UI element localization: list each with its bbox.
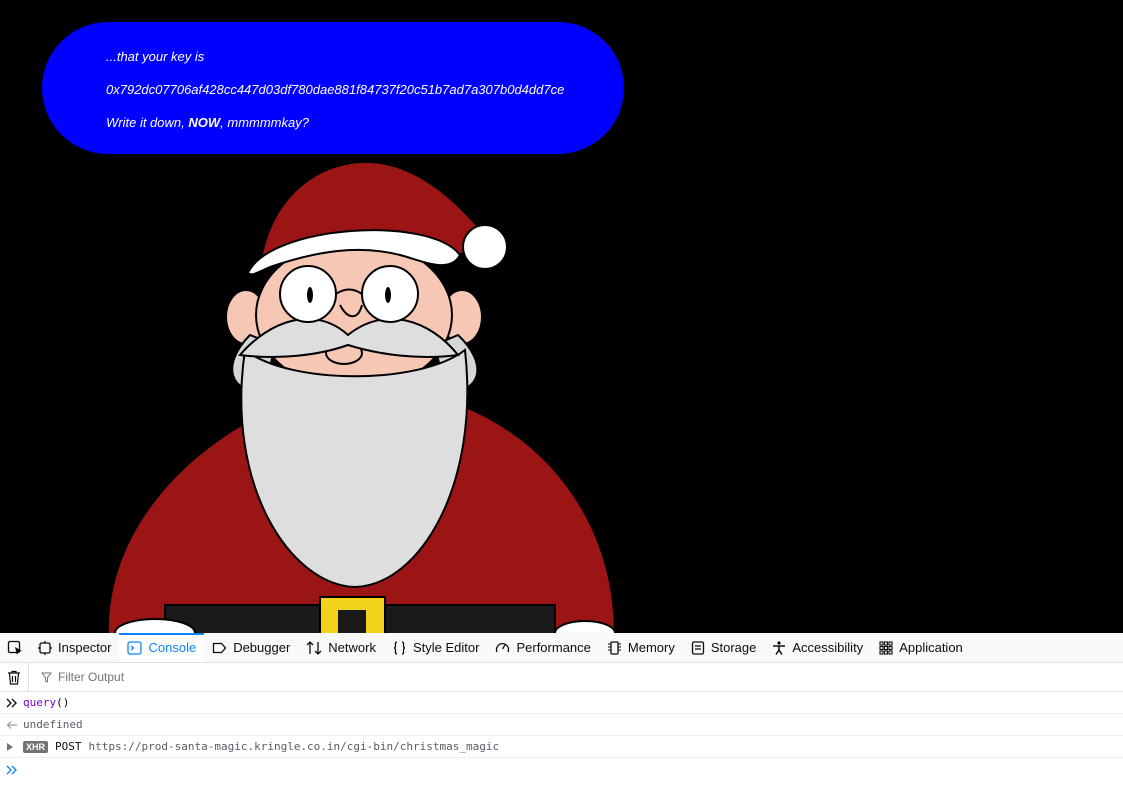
xhr-url[interactable]: https://prod-santa-magic.kringle.co.in/c… (89, 740, 500, 753)
filter-output (29, 669, 360, 685)
tab-label: Inspector (58, 640, 112, 655)
console-input-function: query (23, 696, 57, 709)
console-input-row: query() (0, 692, 1123, 714)
storage-icon (691, 640, 704, 655)
tab-style-editor[interactable]: Style Editor (384, 633, 487, 662)
devtools-toolbar: Inspector Console Debugger Network Style… (0, 633, 1123, 663)
performance-icon (496, 642, 510, 652)
bubble-key-text: 0x792dc07706af428cc447d03df780dae881f847… (106, 82, 565, 97)
inspector-icon (38, 640, 52, 655)
arrow-left-icon (6, 720, 17, 729)
tab-label: Console (148, 640, 197, 655)
xhr-badge: XHR (23, 740, 49, 753)
filter-output-input[interactable] (56, 669, 360, 685)
tab-label: Application (899, 640, 963, 655)
tab-network[interactable]: Network (298, 633, 384, 662)
memory-icon (607, 640, 621, 655)
tab-debugger[interactable]: Debugger (204, 633, 298, 662)
chevron-double-right-icon (6, 765, 17, 775)
page-content: ...that your key is 0x792dc07706af428cc4… (0, 0, 1123, 633)
tab-inspector[interactable]: Inspector (30, 633, 119, 662)
console-prompt[interactable] (0, 758, 1123, 782)
expand-triangle-icon[interactable] (6, 742, 14, 752)
application-icon (879, 640, 893, 655)
debugger-icon (213, 642, 227, 653)
console-filter-bar (0, 663, 1123, 692)
console-output: query() undefined XHR POST https://prod-… (0, 692, 1123, 782)
tab-label: Network (328, 640, 376, 655)
tab-storage[interactable]: Storage (683, 633, 765, 662)
tab-console[interactable]: Console (119, 633, 205, 662)
console-icon (127, 640, 143, 655)
tab-label: Performance (516, 640, 591, 655)
console-input-parens: () (56, 696, 70, 709)
bubble-intro-text: ...that your key is (106, 49, 205, 64)
santa-illustration (107, 160, 616, 633)
console-xhr-row[interactable]: XHR POST https://prod-santa-magic.kringl… (0, 736, 1123, 758)
tab-label: Accessibility (792, 640, 864, 655)
tab-label: Debugger (233, 640, 291, 655)
speech-bubble: ...that your key is 0x792dc07706af428cc4… (42, 22, 624, 154)
clear-console-button[interactable] (0, 663, 29, 691)
tab-memory[interactable]: Memory (599, 633, 683, 662)
style-editor-icon (393, 640, 406, 655)
tab-application[interactable]: Application (871, 633, 971, 662)
accessibility-icon (773, 640, 786, 655)
tab-label: Memory (627, 640, 675, 655)
tab-label: Storage (710, 640, 757, 655)
bubble-instruction-text: Write it down, NOW, mmmmmkay? (106, 115, 309, 130)
console-result-row: undefined (0, 714, 1123, 736)
tab-label: Style Editor (412, 640, 480, 655)
chevron-double-right-icon (6, 698, 17, 707)
network-icon (306, 640, 322, 655)
tab-performance[interactable]: Performance (487, 633, 598, 662)
trash-icon (8, 670, 20, 685)
devtools-panel: Inspector Console Debugger Network Style… (0, 633, 1123, 801)
element-picker-icon (7, 640, 22, 655)
console-result-value: undefined (23, 718, 83, 731)
xhr-method: POST (55, 740, 82, 753)
element-picker-button[interactable] (0, 633, 30, 662)
filter-icon (41, 672, 52, 683)
tab-accessibility[interactable]: Accessibility (764, 633, 871, 662)
bubble-emphasis: NOW (188, 115, 221, 130)
